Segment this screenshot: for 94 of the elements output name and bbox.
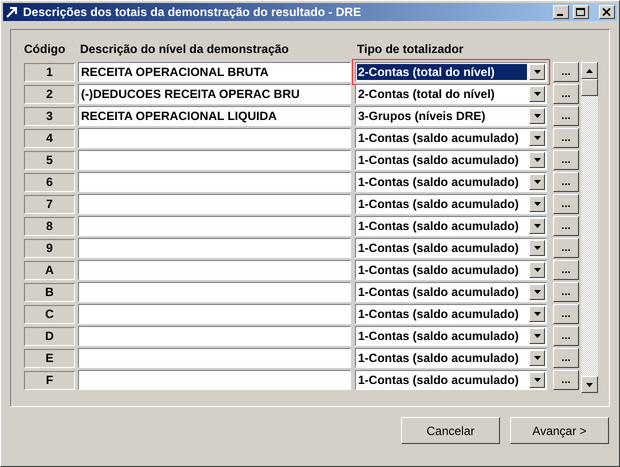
scrollbar[interactable] xyxy=(581,62,598,393)
code-cell: D xyxy=(24,326,75,346)
down-triangle-icon xyxy=(534,92,540,96)
description-field[interactable]: (-)DEDUCOES RECEITA OPERAC BRU xyxy=(78,84,351,104)
down-triangle-icon xyxy=(534,356,540,360)
down-triangle-icon xyxy=(534,268,540,272)
description-field[interactable] xyxy=(78,370,351,390)
description-field[interactable] xyxy=(78,194,351,214)
ellipsis-button[interactable]: ... xyxy=(553,348,579,368)
description-field[interactable]: RECEITA OPERACIONAL BRUTA xyxy=(78,62,351,82)
down-triangle-icon xyxy=(534,136,540,140)
close-button[interactable] xyxy=(599,5,615,19)
code-cell: 7 xyxy=(24,194,75,214)
code-cell: 4 xyxy=(24,128,75,148)
description-field[interactable] xyxy=(78,128,351,148)
description-field[interactable] xyxy=(78,348,351,368)
type-dropdown[interactable]: 1-Contas (saldo acumulado) xyxy=(355,326,547,346)
code-cell: F xyxy=(24,370,75,390)
description-field[interactable] xyxy=(78,238,351,258)
down-triangle-icon xyxy=(534,202,540,206)
description-field[interactable] xyxy=(78,304,351,324)
scroll-up-button[interactable] xyxy=(581,62,598,79)
down-triangle-icon xyxy=(534,180,540,184)
scroll-down-button[interactable] xyxy=(581,376,598,393)
ellipsis-button[interactable]: ... xyxy=(553,150,579,170)
code-cell: 9 xyxy=(24,238,75,258)
type-dropdown[interactable]: 1-Contas (saldo acumulado) xyxy=(355,260,547,280)
description-field[interactable] xyxy=(78,260,351,280)
code-cell: 8 xyxy=(24,216,75,236)
type-dropdown[interactable]: 1-Contas (saldo acumulado) xyxy=(355,282,547,302)
description-field[interactable] xyxy=(78,326,351,346)
description-field[interactable] xyxy=(78,282,351,302)
ellipsis-button[interactable]: ... xyxy=(553,238,579,258)
code-cell: 1 xyxy=(24,62,75,82)
ellipsis-button[interactable]: ... xyxy=(553,194,579,214)
type-dropdown[interactable]: 1-Contas (saldo acumulado) xyxy=(355,304,547,324)
ellipsis-button[interactable]: ... xyxy=(553,172,579,192)
down-triangle-icon xyxy=(534,334,540,338)
code-cell: C xyxy=(24,304,75,324)
column-header: Código xyxy=(24,42,66,58)
maximize-icon xyxy=(576,8,586,16)
code-cell: 3 xyxy=(24,106,75,126)
description-field[interactable] xyxy=(78,150,351,170)
ellipsis-button[interactable]: ... xyxy=(553,106,579,126)
ellipsis-button[interactable]: ... xyxy=(553,128,579,148)
cancel-button[interactable]: Cancelar xyxy=(401,417,500,444)
ellipsis-button[interactable]: ... xyxy=(553,62,579,82)
down-triangle-icon xyxy=(534,246,540,250)
down-triangle-icon xyxy=(534,114,540,118)
type-dropdown[interactable]: 1-Contas (saldo acumulado) xyxy=(355,370,547,390)
down-triangle-icon xyxy=(534,290,540,294)
arrow-icon xyxy=(5,5,19,19)
description-field[interactable] xyxy=(78,172,351,192)
ellipsis-button[interactable]: ... xyxy=(553,282,579,302)
type-dropdown[interactable]: 1-Contas (saldo acumulado) xyxy=(355,128,547,148)
next-button[interactable]: Avançar > xyxy=(510,417,609,444)
type-dropdown[interactable]: 1-Contas (saldo acumulado) xyxy=(355,172,547,192)
code-cell: E xyxy=(24,348,75,368)
type-dropdown[interactable]: 2-Contas (total do nível) xyxy=(355,62,547,82)
code-cell: B xyxy=(24,282,75,302)
down-triangle-icon xyxy=(534,378,540,382)
type-dropdown[interactable]: 1-Contas (saldo acumulado) xyxy=(355,348,547,368)
ellipsis-button[interactable]: ... xyxy=(553,326,579,346)
code-cell: A xyxy=(24,260,75,280)
ellipsis-button[interactable]: ... xyxy=(553,84,579,104)
type-dropdown[interactable]: 3-Grupos (níveis DRE) xyxy=(355,106,547,126)
minimize-button[interactable] xyxy=(553,5,569,19)
column-header: Descrição do nível da demonstração xyxy=(79,42,290,58)
code-cell: 2 xyxy=(24,84,75,104)
down-triangle-icon xyxy=(534,70,540,74)
ellipsis-button[interactable]: ... xyxy=(553,304,579,324)
ellipsis-button[interactable]: ... xyxy=(553,216,579,236)
code-cell: 6 xyxy=(24,172,75,192)
down-triangle-icon xyxy=(534,158,540,162)
description-field[interactable] xyxy=(78,216,351,236)
close-icon xyxy=(602,8,612,16)
maximize-button[interactable] xyxy=(573,5,589,19)
column-header: Tipo de totalizador xyxy=(356,42,464,58)
down-triangle-icon xyxy=(534,224,540,228)
type-dropdown[interactable]: 2-Contas (total do nível) xyxy=(355,84,547,104)
minimize-icon xyxy=(557,14,563,16)
type-dropdown[interactable]: 1-Contas (saldo acumulado) xyxy=(355,238,547,258)
type-dropdown[interactable]: 1-Contas (saldo acumulado) xyxy=(355,150,547,170)
down-triangle-icon xyxy=(586,382,593,386)
ellipsis-button[interactable]: ... xyxy=(553,370,579,390)
down-triangle-icon xyxy=(534,312,540,316)
code-cell: 5 xyxy=(24,150,75,170)
type-dropdown[interactable]: 1-Contas (saldo acumulado) xyxy=(355,194,547,214)
description-field[interactable]: RECEITA OPERACIONAL LIQUIDA xyxy=(78,106,351,126)
window-title: Descrições dos totais da demonstração do resultado - DRE xyxy=(23,5,362,19)
up-triangle-icon xyxy=(586,68,593,72)
scroll-thumb[interactable] xyxy=(581,79,598,96)
type-dropdown[interactable]: 1-Contas (saldo acumulado) xyxy=(355,216,547,236)
ellipsis-button[interactable]: ... xyxy=(553,260,579,280)
